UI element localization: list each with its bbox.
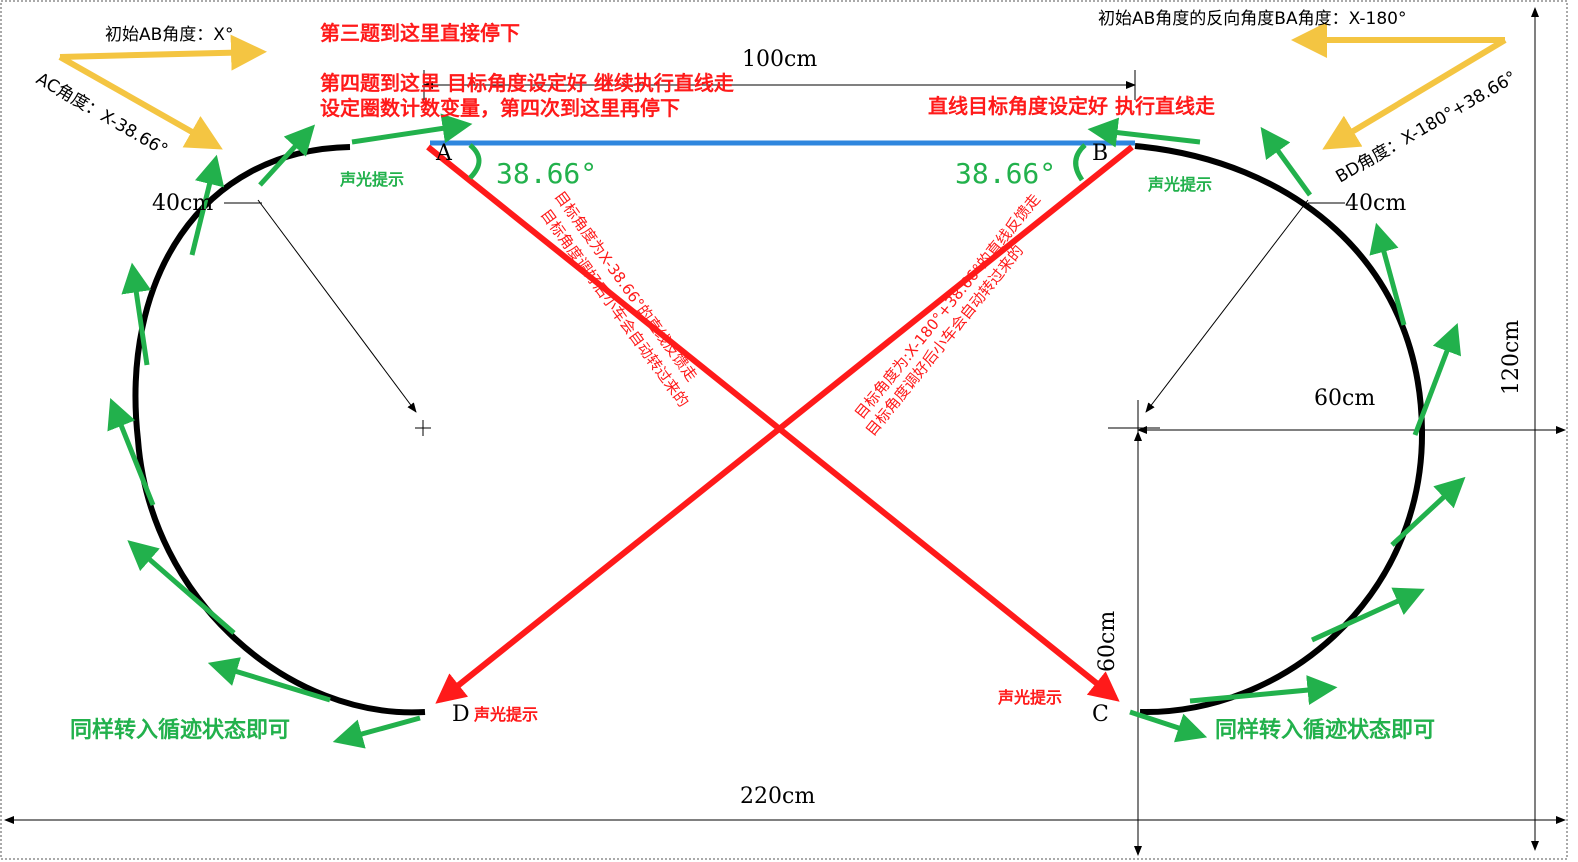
label-point-b: B [1092,141,1108,166]
green-arrow-16 [1129,709,1208,743]
diagonal-bd [435,144,1134,704]
green-arrow-15 [1189,675,1338,706]
green-arrow-12 [1412,322,1462,436]
label-point-c: C [1092,702,1109,727]
note-straight-b: 直线目标角度设定好 执行直线走 [928,94,1215,118]
radius-leader-left [257,199,417,413]
green-arrow-11 [1369,222,1407,326]
dim-label-vertical-radius: 60cm [1095,611,1120,672]
green-arrow-9 [1087,117,1201,148]
dim-label-right-height: 120cm [1499,320,1524,395]
note-q3-stop: 第三题到这里直接停下 [320,21,520,45]
angle-arc-b [1073,143,1087,182]
track-left-arc [132,144,426,716]
green-arrow-8 [332,715,421,749]
green-arrow-6 [127,540,236,635]
note-beep-d: 声光提示 [473,705,538,724]
label-point-d: D [452,702,470,727]
dim-label-right-40: 40cm [1345,191,1406,216]
dim-label-right-radius: 60cm [1314,386,1375,411]
note-beep-c: 声光提示 [997,688,1062,707]
note-q4-line2: 设定圈数计数变量，第四次到这里再停下 [320,96,680,120]
label-point-a: A [435,141,453,166]
note-angle-a: 38.66° [496,157,597,190]
note-initial-ba-angle: 初始AB角度的反向角度BA角度：X-180° [1098,9,1406,29]
green-arrow-5 [107,398,156,506]
note-follow-right: 同样转入循迹状态即可 [1215,717,1435,743]
track-diagram: A B C D 100cm 220cm 120cm 60cm 60cm 40cm… [0,0,1568,860]
green-arrow-13 [1390,476,1466,547]
note-beep-a: 声光提示 [339,170,404,189]
radius-leader-right [1145,199,1309,413]
angle-arc-a [468,143,482,180]
dim-label-left-40: 40cm [152,191,213,216]
note-bd-feedback-1: 目标角度为:X-180°+38.66°的直线反馈走 [851,190,1044,422]
note-beep-b: 声光提示 [1147,175,1212,194]
note-follow-left: 同样转入循迹状态即可 [70,717,290,743]
note-initial-ab-angle: 初始AB角度：X° [105,25,233,45]
note-angle-b: 38.66° [955,157,1056,190]
yellow-arrow-ab [59,34,267,71]
green-arrow-1 [351,113,473,145]
dim-label-top: 100cm [742,47,817,72]
note-ac-feedback-1: 目标角度为X-38.66°的直线反馈走 [551,188,701,385]
green-arrow-2 [258,124,316,187]
dim-label-bottom: 220cm [740,784,815,809]
note-q4-line1: 第四题到这里 目标角度设定好 继续执行直线走 [320,71,734,95]
note-ac-feedback-2: 目标角度调好后小车会自动转过来的 [537,206,693,411]
